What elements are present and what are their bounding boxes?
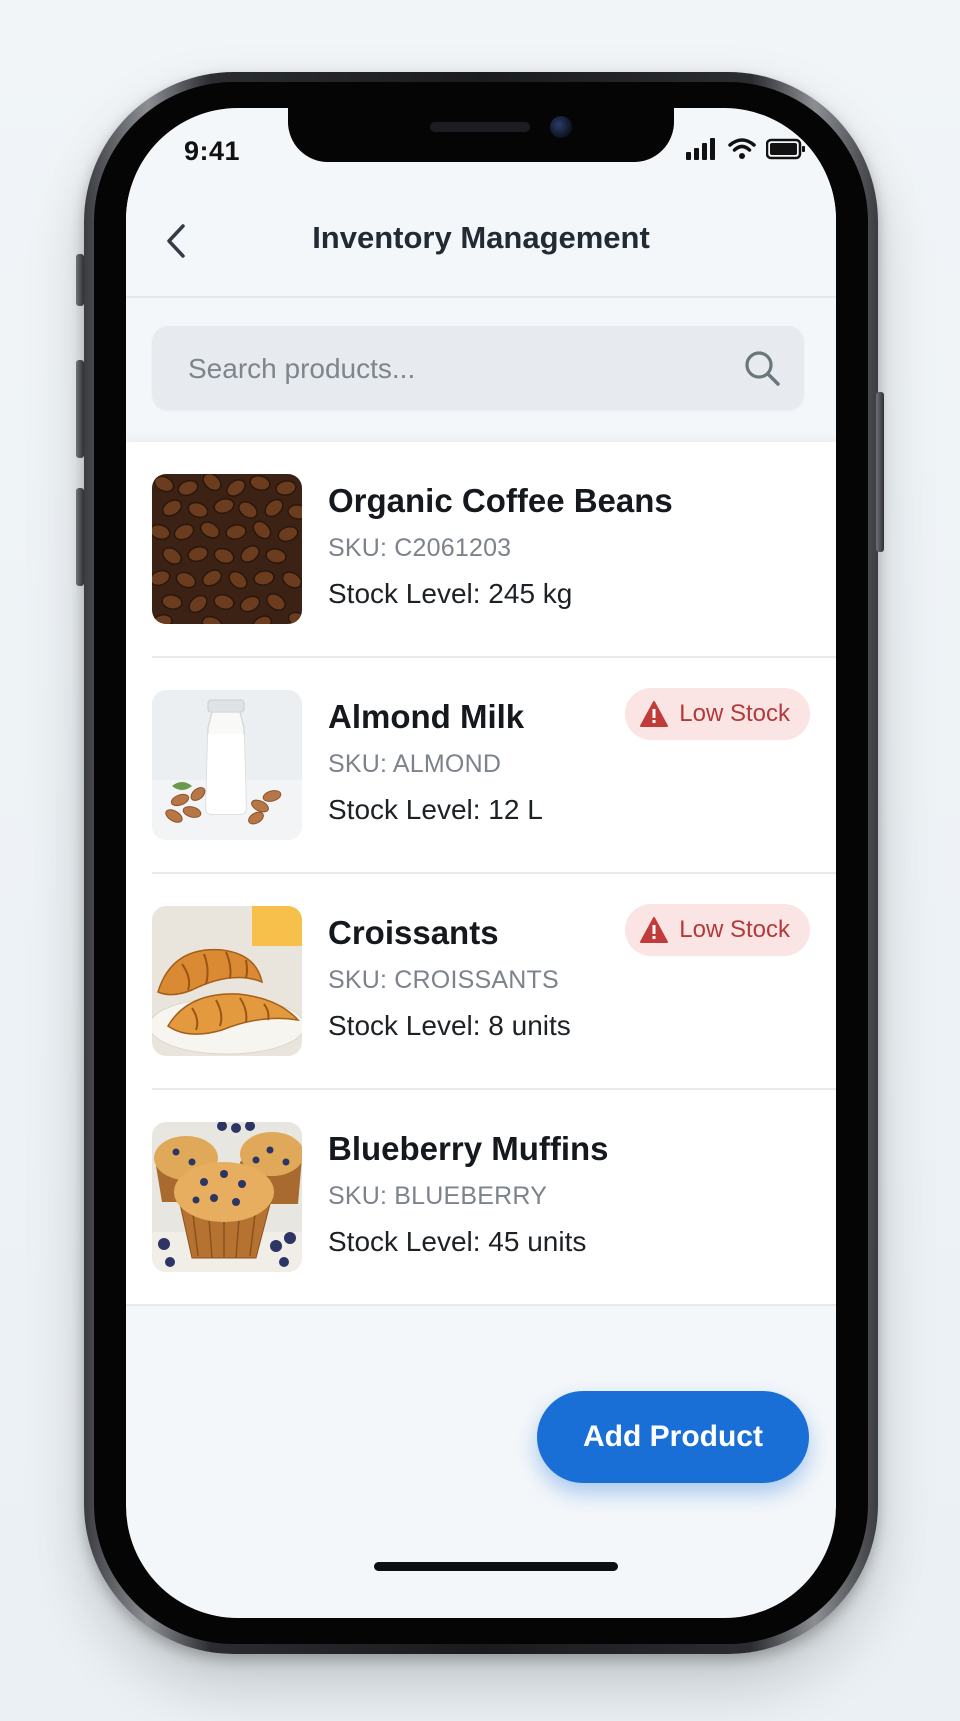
croissants-image	[152, 906, 302, 1056]
earpiece-speaker	[430, 122, 530, 132]
volume-up-button	[76, 360, 84, 458]
product-name: Croissants	[328, 914, 499, 951]
search-input[interactable]	[186, 326, 710, 412]
product-name: Organic Coffee Beans	[328, 482, 673, 519]
product-sku: SKU: C2061203	[328, 534, 512, 562]
list-item[interactable]: Croissants SKU: CROISSANTS Stock Level: …	[152, 874, 836, 1090]
notch	[288, 108, 674, 162]
product-name: Blueberry Muffins	[328, 1130, 609, 1167]
power-button	[876, 392, 884, 552]
product-name: Almond Milk	[328, 698, 525, 735]
product-sku: SKU: BLUEBERRY	[328, 1182, 548, 1210]
phone-screen: 9:41 Inventory Management Search product…	[126, 108, 836, 1618]
warning-icon	[640, 701, 669, 727]
warning-icon	[640, 917, 669, 943]
list-item[interactable]: Almond Milk SKU: ALMOND Stock Level: 12 …	[152, 658, 836, 874]
almond-milk-image	[152, 690, 302, 840]
low-stock-badge: Low Stock	[625, 688, 810, 740]
product-stock: Stock Level: 8 units	[328, 1010, 571, 1041]
add-product-button[interactable]: Add Product	[537, 1391, 809, 1483]
product-sku: SKU: CROISSANTS	[328, 966, 559, 994]
silent-switch	[76, 254, 84, 306]
search-icon[interactable]	[742, 348, 782, 388]
signal-icon	[686, 138, 715, 160]
wifi-icon	[728, 138, 756, 159]
page: 9:41 Inventory Management Search product…	[0, 0, 960, 1721]
badge-label: Low Stock	[679, 700, 790, 727]
status-icons	[686, 138, 806, 160]
app-header: Inventory Management	[126, 186, 836, 298]
low-stock-badge: Low Stock	[625, 904, 810, 956]
product-stock: Stock Level: 12 L	[328, 794, 543, 825]
status-time: 9:41	[184, 136, 241, 166]
page-title: Inventory Management	[312, 220, 650, 255]
product-stock: Stock Level: 45 units	[328, 1226, 587, 1257]
blueberry-muffins-image	[152, 1122, 302, 1272]
volume-down-button	[76, 488, 84, 586]
badge-label: Low Stock	[679, 916, 790, 943]
home-indicator	[374, 1562, 618, 1571]
battery-icon	[766, 138, 805, 160]
coffee-beans-image	[152, 474, 302, 624]
product-list: Organic Coffee Beans SKU: C2061203 Stock…	[126, 442, 836, 1306]
product-stock: Stock Level: 245 kg	[328, 578, 573, 609]
list-item[interactable]: Organic Coffee Beans SKU: C2061203 Stock…	[152, 442, 836, 658]
product-sku: SKU: ALMOND	[328, 750, 502, 778]
search-bar	[152, 326, 804, 412]
list-item[interactable]: Blueberry Muffins SKU: BLUEBERRY Stock L…	[126, 1090, 836, 1306]
front-camera	[550, 116, 572, 138]
